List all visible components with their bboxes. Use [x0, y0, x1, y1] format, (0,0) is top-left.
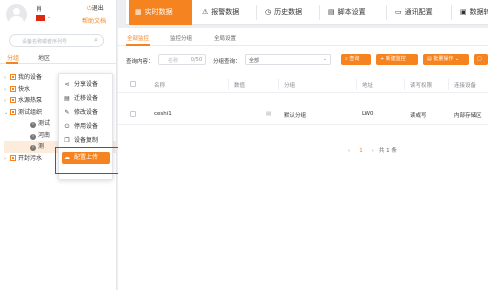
sub-tabs: 全部监控 监控分组 全局设置: [118, 28, 488, 46]
tab-label: 脚本设置: [337, 8, 366, 16]
tab-divider: [386, 5, 387, 20]
tab-divider: [319, 5, 320, 20]
group-select[interactable]: 全部 ⌄: [245, 54, 331, 65]
tab-realtime-data[interactable]: ▦ 实时数据: [129, 0, 192, 25]
subtab-underline: [126, 44, 150, 46]
chevron-down-icon: ⌄: [322, 56, 327, 62]
monitor-icon: ▭: [395, 8, 402, 16]
add-monitor-button[interactable]: + 新建监控: [376, 54, 418, 65]
column-divider: [356, 79, 357, 90]
cell-rw: 读或写: [410, 113, 427, 119]
query-input[interactable]: 名称 0/50: [158, 54, 206, 65]
tab-data-forward[interactable]: ▣ 数据转: [454, 0, 488, 25]
select-all-checkbox[interactable]: [130, 81, 136, 87]
cell-device: 内部存储区: [454, 113, 482, 119]
column-divider: [448, 79, 449, 90]
total-count: 共 1 条: [378, 148, 397, 154]
tab-divider: [256, 5, 257, 20]
more-button[interactable]: ▢: [474, 54, 488, 65]
more-icon: ▢: [477, 56, 482, 62]
chart-icon: ▦: [135, 8, 142, 16]
column-header: 连接设备: [454, 83, 477, 89]
alert-icon: ⚠: [202, 8, 209, 16]
group-query-label: 分组查询：: [213, 59, 241, 65]
script-icon: ▤: [328, 8, 335, 16]
subtab-monitor-groups[interactable]: 监控分组: [170, 34, 192, 42]
top-nav-bar: ▦ 实时数据 ⚠ 报警数据 ◷ 历史数据 ▤ 脚本设置 ▭ 通讯配置 ▣ 数据转: [126, 0, 488, 25]
filter-bar: 查询内容： 名称 0/50 分组查询： 全部 ⌄ ⌕ 查询 + 新建监控 ▤ 批…: [118, 53, 488, 67]
pagination: ‹ 1 › 共 1 条: [343, 146, 397, 154]
button-label: 查询: [349, 56, 360, 62]
group-select-value: 全部: [249, 58, 260, 64]
query-counter: 0/50: [190, 57, 202, 63]
batch-operation-button[interactable]: ▤ 批量操作 ⌄: [423, 54, 469, 65]
button-label: 新建监控: [385, 56, 406, 62]
subtab-global-settings[interactable]: 全局设置: [214, 34, 236, 42]
tab-history-data[interactable]: ◷ 历史数据: [259, 0, 317, 25]
table-row[interactable]: ceshi1 ▤ 默认分组 LW0 读或写 内部存储区: [118, 103, 488, 125]
tab-divider: [451, 5, 452, 20]
column-divider: [228, 79, 229, 90]
main-panel: 全部监控 监控分组 全局设置 查询内容： 名称 0/50 分组查询： 全部 ⌄ …: [118, 28, 488, 290]
table-header: 名称 数值 分组 地址 读写权限 连接设备: [118, 76, 488, 93]
tab-label: 历史数据: [274, 8, 303, 16]
query-placeholder: 名称: [168, 58, 179, 64]
tab-alarm-data[interactable]: ⚠ 报警数据: [196, 0, 254, 25]
query-button[interactable]: ⌕ 查询: [341, 54, 371, 65]
tab-script-settings[interactable]: ▤ 脚本设置: [322, 0, 384, 25]
subtab-all-monitors[interactable]: 全部监控: [127, 34, 149, 42]
edit-value-icon[interactable]: ▤: [266, 111, 271, 117]
tab-label: 报警数据: [211, 8, 240, 16]
tab-label: 实时数据: [144, 8, 173, 16]
page-number[interactable]: 1: [359, 148, 363, 154]
cell-group: 默认分组: [284, 113, 307, 119]
column-divider: [278, 79, 279, 90]
row-checkbox[interactable]: [130, 111, 136, 117]
column-header: 分组: [284, 83, 296, 89]
cell-name: ceshi1: [154, 111, 172, 117]
tab-label: 通讯配置: [404, 8, 433, 16]
query-label: 查询内容：: [126, 59, 154, 65]
column-header: 数值: [234, 83, 246, 89]
next-page-icon[interactable]: ›: [372, 148, 374, 154]
chevron-down-icon: ⌄: [453, 56, 460, 62]
button-label: 批量操作: [433, 56, 454, 62]
cell-address: LW0: [362, 111, 374, 117]
tab-comm-config[interactable]: ▭ 通讯配置: [389, 0, 449, 25]
column-header: 地址: [362, 83, 374, 89]
data-icon: ▣: [460, 8, 467, 16]
column-header: 名称: [154, 83, 166, 89]
column-divider: [404, 79, 405, 90]
clock-icon: ◷: [265, 8, 272, 16]
column-header: 读写权限: [410, 83, 433, 89]
tab-label: 数据转: [469, 8, 488, 16]
prev-page-icon[interactable]: ‹: [348, 148, 350, 154]
